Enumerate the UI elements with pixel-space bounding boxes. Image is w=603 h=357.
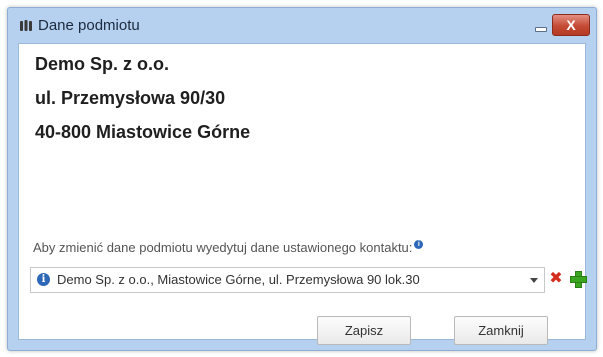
- entity-name: Demo Sp. z o.o.: [35, 54, 170, 74]
- entity-street: ul. Przemysłowa 90/30: [35, 88, 226, 108]
- delete-icon[interactable]: ✖: [548, 270, 564, 288]
- minimize-icon[interactable]: [529, 18, 551, 34]
- contact-select-value: Demo Sp. z o.o., Miastowice Górne, ul. P…: [57, 272, 420, 287]
- dialog-content: Demo Sp. z o.o. ul. Przemysłowa 90/30 40…: [18, 43, 587, 345]
- save-button[interactable]: Zapisz: [317, 316, 411, 345]
- contact-hint: Aby zmienić dane podmiotu wyedytuj dane …: [33, 240, 424, 255]
- chevron-down-icon[interactable]: [530, 278, 538, 283]
- contact-select[interactable]: i Demo Sp. z o.o., Miastowice Górne, ul.…: [30, 267, 545, 293]
- close-button[interactable]: Zamknij: [454, 316, 548, 345]
- dialog-window: Dane podmiotu X Demo Sp. z o.o. ul. Prze…: [7, 7, 597, 351]
- add-icon[interactable]: [570, 271, 587, 288]
- close-icon[interactable]: X: [552, 14, 590, 36]
- app-icon: [20, 20, 32, 31]
- info-icon[interactable]: i: [414, 240, 424, 249]
- window-title: Dane podmiotu: [38, 17, 140, 34]
- info-icon: i: [37, 273, 50, 286]
- contact-hint-text: Aby zmienić dane podmiotu wyedytuj dane …: [33, 240, 413, 255]
- title-bar[interactable]: Dane podmiotu X: [8, 8, 596, 44]
- entity-city: 40-800 Miastowice Górne: [35, 122, 251, 142]
